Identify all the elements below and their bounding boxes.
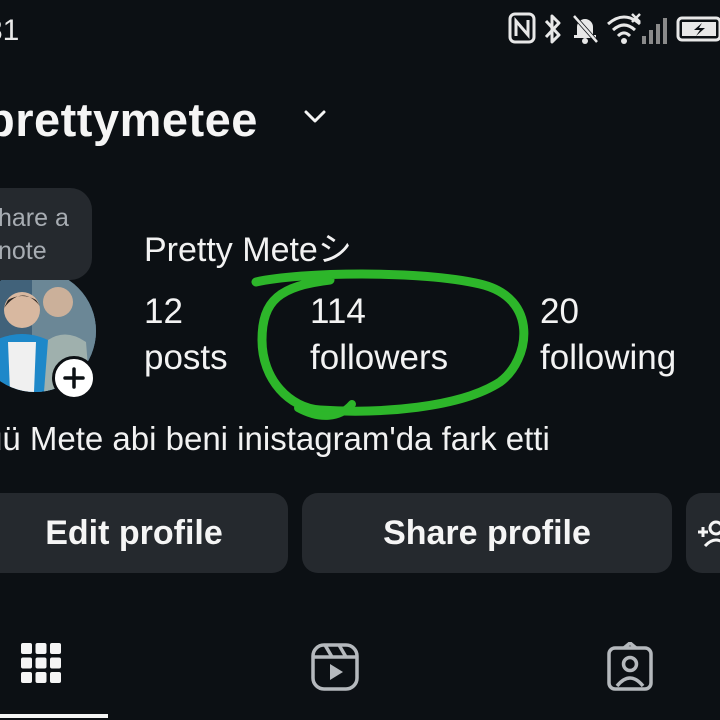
discover-people-button[interactable] — [686, 493, 720, 573]
posts-label: posts — [144, 338, 228, 377]
display-name: Pretty Meteシ — [144, 231, 352, 269]
add-story-button[interactable] — [52, 356, 96, 400]
share-profile-button[interactable]: Share profile — [302, 493, 672, 573]
note-bubble[interactable]: hare a note — [0, 188, 92, 280]
tab-tagged[interactable] — [606, 640, 654, 697]
followers-stat[interactable]: 114 followers — [310, 290, 448, 382]
battery-charging-icon — [676, 16, 720, 42]
following-stat[interactable]: 20 following — [540, 290, 676, 382]
note-text-line1: hare a — [0, 204, 69, 232]
username: prettymetee — [0, 93, 258, 146]
following-count: 20 — [540, 292, 579, 331]
profile-screen: 31 — [0, 0, 720, 720]
nfc-icon — [508, 12, 536, 44]
bell-off-icon — [572, 14, 599, 44]
add-person-icon — [698, 520, 720, 548]
posts-count: 12 — [144, 292, 183, 331]
tab-reels[interactable] — [310, 642, 360, 697]
tab-grid[interactable] — [20, 642, 62, 689]
following-label: following — [540, 338, 677, 377]
status-time: 31 — [0, 14, 20, 47]
profile-tabs — [0, 630, 720, 720]
active-tab-indicator — [0, 714, 108, 718]
edit-profile-button[interactable]: Edit profile — [0, 493, 288, 573]
signal-icon — [642, 18, 667, 44]
followers-label: followers — [310, 338, 449, 377]
status-bar: 31 — [0, 8, 720, 48]
grid-icon — [21, 643, 61, 683]
bluetooth-icon — [544, 14, 561, 44]
plus-icon — [63, 367, 85, 389]
posts-stat[interactable]: 12 posts — [144, 290, 228, 382]
wifi-icon — [607, 13, 641, 44]
username-switcher[interactable]: prettymetee — [0, 92, 326, 156]
chevron-down-icon — [304, 110, 326, 123]
avatar-wrap[interactable] — [0, 270, 96, 400]
bio: üü Mete abi beni inistagram'da fark etti — [0, 420, 550, 457]
note-text-line2: note — [0, 237, 47, 265]
edit-profile-label: Edit profile — [45, 513, 223, 552]
reels-icon — [311, 643, 359, 691]
tagged-icon — [607, 640, 653, 691]
followers-count: 114 — [310, 292, 366, 331]
share-profile-label: Share profile — [383, 513, 591, 552]
